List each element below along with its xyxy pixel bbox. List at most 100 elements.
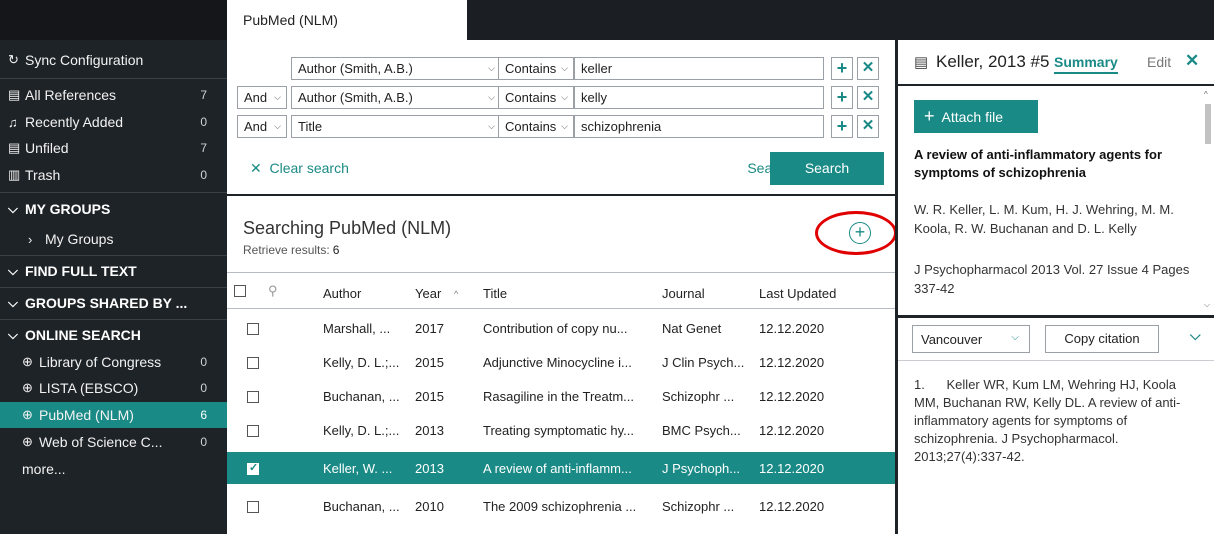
remove-row-button[interactable]: ✕	[857, 115, 879, 138]
condition-select-value: Contains	[505, 90, 557, 105]
globe-icon: ⊕	[22, 380, 33, 395]
cell-updated: 12.12.2020	[759, 461, 825, 476]
search-button-label: Search	[804, 160, 850, 176]
search-input-value: kelly	[581, 90, 608, 105]
condition-select[interactable]: Contains ⌵	[498, 57, 574, 80]
chevron-down-icon: ⌵	[8, 201, 18, 216]
reference-panel: ▤ Keller, 2013 #5 Summary Edit ✕ + Attac…	[898, 40, 1214, 534]
trash-icon: ▥	[8, 167, 21, 182]
search-panel: Author (Smith, A.B.) ⌵ Contains ⌵ keller…	[227, 40, 897, 196]
search-button[interactable]: Search	[770, 152, 884, 185]
cell-journal: J Psychoph...	[662, 461, 741, 476]
sidebar-item-lista-ebsco[interactable]: ⊕ LISTA (EBSCO) 0	[0, 375, 227, 401]
copy-citation-button[interactable]: Copy citation	[1045, 325, 1159, 353]
sidebar-top-strip	[0, 0, 227, 40]
clear-search-button[interactable]: ✕ Clear search	[250, 160, 349, 177]
table-row[interactable]: Kelly, D. L.;... 2015 Adjunctive Minocyc…	[227, 346, 897, 378]
select-all-checkbox[interactable]	[234, 285, 246, 297]
row-checkbox[interactable]	[247, 357, 259, 369]
cell-title: The 2009 schizophrenia ...	[483, 499, 637, 514]
row-checkbox[interactable]	[247, 323, 259, 335]
condition-select[interactable]: Contains ⌵	[498, 86, 574, 109]
table-row[interactable]: Buchanan, ... 2015 Rasagiline in the Tre…	[227, 380, 897, 412]
column-title[interactable]: Title	[483, 286, 507, 301]
table-row[interactable]: Buchanan, ... 2010 The 2009 schizophreni…	[227, 490, 897, 522]
remove-row-button[interactable]: ✕	[857, 57, 879, 80]
sidebar-item-pubmed[interactable]: ⊕ PubMed (NLM) 6	[0, 402, 227, 428]
condition-select[interactable]: Contains ⌵	[498, 115, 574, 138]
attach-file-button[interactable]: + Attach file	[914, 100, 1038, 133]
row-checkbox[interactable]	[247, 501, 259, 513]
citation-style-value: Vancouver	[921, 332, 983, 347]
column-journal[interactable]: Journal	[662, 286, 705, 301]
add-row-button[interactable]: +	[831, 115, 853, 138]
sidebar-section-online-search[interactable]: ⌵ ONLINE SEARCH	[0, 322, 227, 348]
search-input[interactable]: kelly	[574, 86, 824, 109]
table-row-selected[interactable]: Keller, W. ... 2013 A review of anti-inf…	[227, 452, 897, 484]
sidebar-section-find-full-text[interactable]: ⌵ FIND FULL TEXT	[0, 258, 227, 284]
column-year[interactable]: Year	[415, 286, 441, 301]
column-last-updated[interactable]: Last Updated	[759, 286, 836, 301]
sidebar-item-label: LISTA (EBSCO)	[39, 380, 139, 396]
citation-style-select[interactable]: Vancouver ⌵	[912, 325, 1030, 353]
sync-configuration-button[interactable]: ↻ Sync Configuration	[0, 47, 227, 73]
search-input[interactable]: schizophrenia	[574, 115, 824, 138]
sidebar-section-my-groups[interactable]: ⌵ MY GROUPS	[0, 196, 227, 222]
operator-select[interactable]: And ⌵	[237, 115, 287, 138]
cell-year: 2017	[415, 321, 444, 336]
tab-summary[interactable]: Summary	[1054, 54, 1118, 74]
operator-select-value: And	[244, 119, 268, 134]
sidebar-item-my-groups[interactable]: › My Groups	[0, 226, 227, 252]
expand-citation-button[interactable]: ⌵	[1190, 327, 1201, 344]
sidebar-item-all-references[interactable]: ▤ All References 7	[0, 82, 227, 108]
sidebar-item-unfiled[interactable]: ▤ Unfiled 7	[0, 135, 227, 161]
close-icon: ✕	[861, 59, 875, 76]
reference-authors: W. R. Keller, L. M. Kum, H. J. Wehring, …	[914, 202, 1174, 236]
sidebar-section-groups-shared[interactable]: ⌵ GROUPS SHARED BY ...	[0, 290, 227, 316]
row-checkbox[interactable]	[247, 425, 259, 437]
search-input-value: keller	[581, 61, 613, 76]
sidebar-item-label: Trash	[25, 167, 61, 183]
sidebar-divider	[0, 287, 227, 288]
close-icon: ✕	[861, 88, 875, 105]
sidebar-item-trash[interactable]: ▥ Trash 0	[0, 162, 227, 188]
add-row-button[interactable]: +	[831, 57, 853, 80]
globe-icon: ⊕	[22, 434, 33, 449]
results-title: Searching PubMed (NLM)	[243, 218, 452, 238]
cell-journal: BMC Psych...	[662, 423, 741, 438]
sidebar-item-web-of-science[interactable]: ⊕ Web of Science C... 0	[0, 429, 227, 455]
tab-pubmed[interactable]: PubMed (NLM)	[227, 0, 467, 40]
chevron-right-icon: ›	[28, 231, 33, 247]
close-panel-button[interactable]: ✕	[1185, 51, 1199, 71]
table-row[interactable]: Kelly, D. L.;... 2013 Treating symptomat…	[227, 414, 897, 446]
search-input[interactable]: keller	[574, 57, 824, 80]
field-select[interactable]: Title ⌵	[291, 115, 501, 138]
sidebar-more-link[interactable]: more...	[0, 456, 227, 482]
sidebar-item-label: PubMed (NLM)	[39, 407, 134, 423]
document-icon: ▤	[8, 140, 21, 155]
row-checkbox-checked[interactable]	[247, 461, 259, 475]
field-select[interactable]: Author (Smith, A.B.) ⌵	[291, 86, 501, 109]
tab-edit[interactable]: Edit	[1147, 54, 1171, 70]
add-row-button[interactable]: +	[831, 86, 853, 109]
field-select[interactable]: Author (Smith, A.B.) ⌵	[291, 57, 501, 80]
sidebar-item-label: Web of Science C...	[39, 434, 163, 450]
scrollbar-thumb[interactable]	[1205, 104, 1211, 144]
row-checkbox[interactable]	[247, 391, 259, 403]
sidebar-item-recently-added[interactable]: ♫ Recently Added 0	[0, 109, 227, 135]
sidebar-item-library-of-congress[interactable]: ⊕ Library of Congress 0	[0, 349, 227, 375]
summary-scrollbar[interactable]: ^ ⌵	[1204, 90, 1212, 312]
column-author[interactable]: Author	[323, 286, 361, 301]
cell-title: Adjunctive Minocycline i...	[483, 355, 632, 370]
scroll-down-icon: ⌵	[1204, 300, 1211, 309]
results-table: ⚲ Author Year ^ Title Journal Last Updat…	[227, 272, 897, 534]
formatted-citation: 1. Keller WR, Kum LM, Wehring HJ, Koola …	[914, 377, 1181, 464]
remove-row-button[interactable]: ✕	[857, 86, 879, 109]
cell-title: Rasagiline in the Treatm...	[483, 389, 635, 404]
reference-panel-header: ▤ Keller, 2013 #5 Summary Edit ✕	[898, 40, 1214, 86]
section-label: MY GROUPS	[25, 201, 111, 217]
operator-select[interactable]: And ⌵	[237, 86, 287, 109]
cell-journal: Schizophr ...	[662, 389, 735, 404]
table-row[interactable]: Marshall, ... 2017 Contribution of copy …	[227, 312, 897, 344]
chevron-down-icon: ⌵	[561, 121, 568, 131]
